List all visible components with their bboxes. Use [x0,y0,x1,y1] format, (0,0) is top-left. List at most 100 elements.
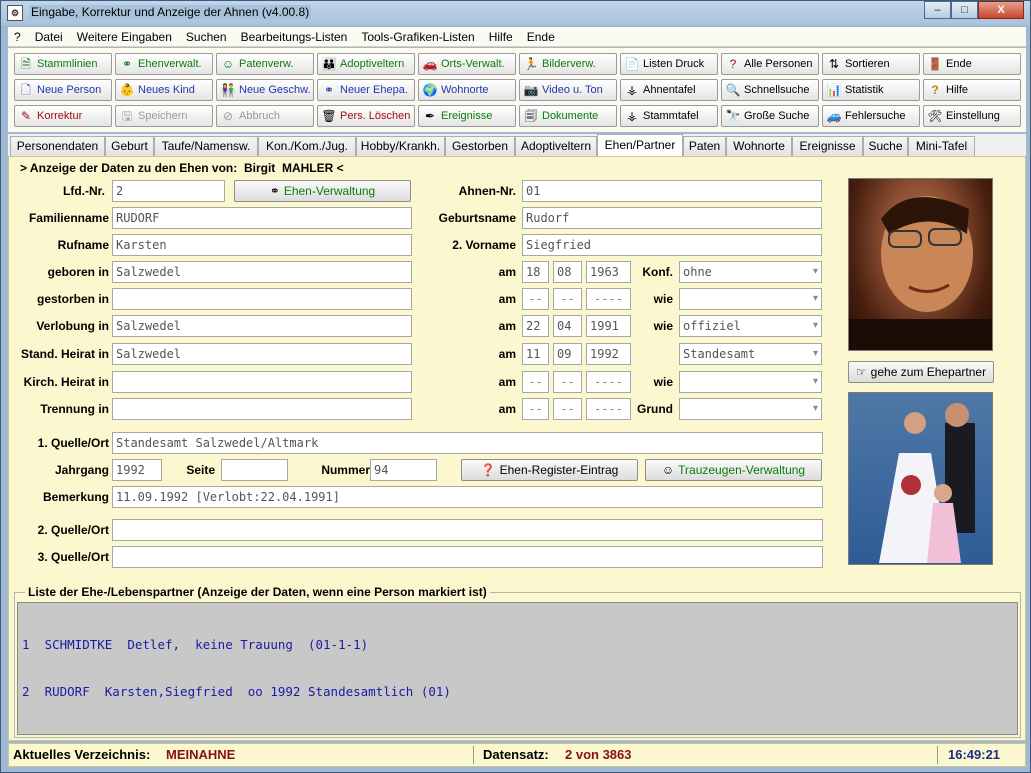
abbruch-button[interactable]: ⊘ Abbruch [216,105,314,127]
title-bar[interactable]: ⚙ Eingabe, Korrektur und Anzeige der Ahn… [1,1,1030,25]
close-button[interactable]: X [978,1,1024,19]
speichern-button[interactable]: 🖫 Speichern [115,105,213,127]
menu-weitere-eingaben[interactable]: Weitere Eingaben [77,30,172,44]
lfd-nr-field[interactable]: 2 [112,180,225,202]
grosse-suche-button[interactable]: 🔭 Große Suche [721,105,819,127]
trennung-month-field[interactable]: -- [553,398,582,420]
stammlinien-button[interactable]: 🗎 Stammlinien [14,53,112,75]
jahrgang-field[interactable]: 1992 [112,459,162,481]
gestorben-month-field[interactable]: -- [553,288,582,310]
geboren-day-field[interactable]: 18 [522,261,549,283]
nummer-field[interactable]: 94 [370,459,437,481]
ehenverwalt-button[interactable]: ⚭ Ehenverwalt. [115,53,213,75]
tab-ehen-partner[interactable]: Ehen/Partner [597,134,683,156]
menu-ende[interactable]: Ende [527,30,555,44]
trauzeugen-verwaltung-button[interactable]: ☺ Trauzeugen-Verwaltung [645,459,822,481]
hilfe-button[interactable]: ? Hilfe [923,79,1021,101]
familienname-field[interactable]: RUDORF [112,207,412,229]
ehen-verwaltung-button[interactable]: ⚭ Ehen-Verwaltung [234,180,411,202]
neuer-ehepa-button[interactable]: ⚭ Neuer Ehepa. [317,79,415,101]
gestorben-day-field[interactable]: -- [522,288,549,310]
trennung-year-field[interactable]: ---- [586,398,631,420]
adoptiveltern-button[interactable]: 👪 Adoptiveltern [317,53,415,75]
menu-tools-grafiken-listen[interactable]: Tools-Grafiken-Listen [361,30,474,44]
quelle-1-field[interactable]: Standesamt Salzwedel/Altmark [112,432,823,454]
quelle-3-field[interactable] [112,546,823,568]
tab-wohnorte[interactable]: Wohnorte [726,136,792,156]
statistik-button[interactable]: 📊 Statistik [822,79,920,101]
menu-datei[interactable]: Datei [35,30,63,44]
konf-select[interactable]: ohne [679,261,822,283]
fehlersuche-button[interactable]: 🚙 Fehlersuche [822,105,920,127]
dokumente-button[interactable]: 🗐 Dokumente [519,105,617,127]
menu-hilfe[interactable]: Hilfe [489,30,513,44]
ehen-register-eintrag-button[interactable]: ❓ Ehen-Register-Eintrag [461,459,638,481]
verlobung-wie-select[interactable]: offiziel [679,315,822,337]
bemerkung-field[interactable]: 11.09.1992 [Verlobt:22.04.1991] [112,486,823,508]
tab-paten[interactable]: Paten [683,136,726,156]
schnellsuche-button[interactable]: 🔍 Schnellsuche [721,79,819,101]
stand-wie-select[interactable]: Standesamt [679,343,822,365]
orts-verwalt-button[interactable]: 🚗 Orts-Verwalt. [418,53,516,75]
stand-heirat-in-field[interactable]: Salzwedel [112,343,412,365]
quelle-2-field[interactable] [112,519,823,541]
einstellung-button[interactable]: 🛠 Einstellung [923,105,1021,127]
stammtafel-button[interactable]: ⚶ Stammtafel [620,105,718,127]
stand-month-field[interactable]: 09 [553,343,582,365]
tab-hobby-krankh[interactable]: Hobby/Krankh. [356,136,445,156]
bilderverw-button[interactable]: 🏃 Bilderverw. [519,53,617,75]
geboren-in-field[interactable]: Salzwedel [112,261,412,283]
trennung-in-field[interactable] [112,398,412,420]
kirch-month-field[interactable]: -- [553,371,582,393]
kirch-day-field[interactable]: -- [522,371,549,393]
korrektur-button[interactable]: ✎ Korrektur [14,105,112,127]
neue-geschw-button[interactable]: 👫 Neue Geschw. [216,79,314,101]
tab-taufe-namensw[interactable]: Taufe/Namensw. [154,136,258,156]
geboren-year-field[interactable]: 1963 [586,261,631,283]
tab-suche[interactable]: Suche [863,136,908,156]
verlobung-month-field[interactable]: 04 [553,315,582,337]
tab-adoptiveltern[interactable]: Adoptiveltern [515,136,597,156]
neues-kind-button[interactable]: 👶 Neues Kind [115,79,213,101]
list-item[interactable]: 1 SCHMIDTKE Detlef, keine Trauung (01-1-… [22,636,1013,653]
patenverw-button[interactable]: ☺ Patenverw. [216,53,314,75]
trennung-grund-select[interactable] [679,398,822,420]
alle-personen-button[interactable]: ? Alle Personen [721,53,819,75]
neue-person-button[interactable]: 🗋 Neue Person [14,79,112,101]
maximize-button[interactable]: □ [951,1,978,19]
verlobung-day-field[interactable]: 22 [522,315,549,337]
gestorben-in-field[interactable] [112,288,412,310]
tab-geburt[interactable]: Geburt [105,136,154,156]
geboren-month-field[interactable]: 08 [553,261,582,283]
minimize-button[interactable]: – [924,1,951,19]
ahnentafel-button[interactable]: ⚶ Ahnentafel [620,79,718,101]
pers-loeschen-button[interactable]: 🗑 Pers. Löschen [317,105,415,127]
gestorben-wie-select[interactable] [679,288,822,310]
list-item[interactable]: 2 RUDORF Karsten,Siegfried oo 1992 Stand… [22,683,1013,700]
stand-day-field[interactable]: 11 [522,343,549,365]
gehe-zum-ehepartner-button[interactable]: ☞ gehe zum Ehepartner [848,361,994,383]
tab-mini-tafel[interactable]: Mini-Tafel [908,136,975,156]
verlobung-year-field[interactable]: 1991 [586,315,631,337]
video-ton-button[interactable]: 📷 Video u. Ton [519,79,617,101]
ahnen-nr-field[interactable]: 01 [522,180,822,202]
tab-kon-kom-jug[interactable]: Kon./Kom./Jug. [258,136,356,156]
verlobung-in-field[interactable]: Salzwedel [112,315,412,337]
trennung-day-field[interactable]: -- [522,398,549,420]
2-vorname-field[interactable]: Siegfried [522,234,822,256]
menu-help-question[interactable]: ? [14,30,21,44]
seite-field[interactable] [221,459,288,481]
rufname-field[interactable]: Karsten [112,234,412,256]
partner-listbox[interactable]: 1 SCHMIDTKE Detlef, keine Trauung (01-1-… [17,602,1018,735]
ereignisse-button[interactable]: ✒ Ereignisse [418,105,516,127]
kirch-heirat-in-field[interactable] [112,371,412,393]
stand-year-field[interactable]: 1992 [586,343,631,365]
tab-personendaten[interactable]: Personendaten [10,136,105,156]
tab-gestorben[interactable]: Gestorben [445,136,515,156]
ende-button[interactable]: 🚪 Ende [923,53,1021,75]
sortieren-button[interactable]: ⇅ Sortieren [822,53,920,75]
geburtsname-field[interactable]: Rudorf [522,207,822,229]
menu-bearbeitungs-listen[interactable]: Bearbeitungs-Listen [241,30,348,44]
gestorben-year-field[interactable]: ---- [586,288,631,310]
kirch-wie-select[interactable] [679,371,822,393]
